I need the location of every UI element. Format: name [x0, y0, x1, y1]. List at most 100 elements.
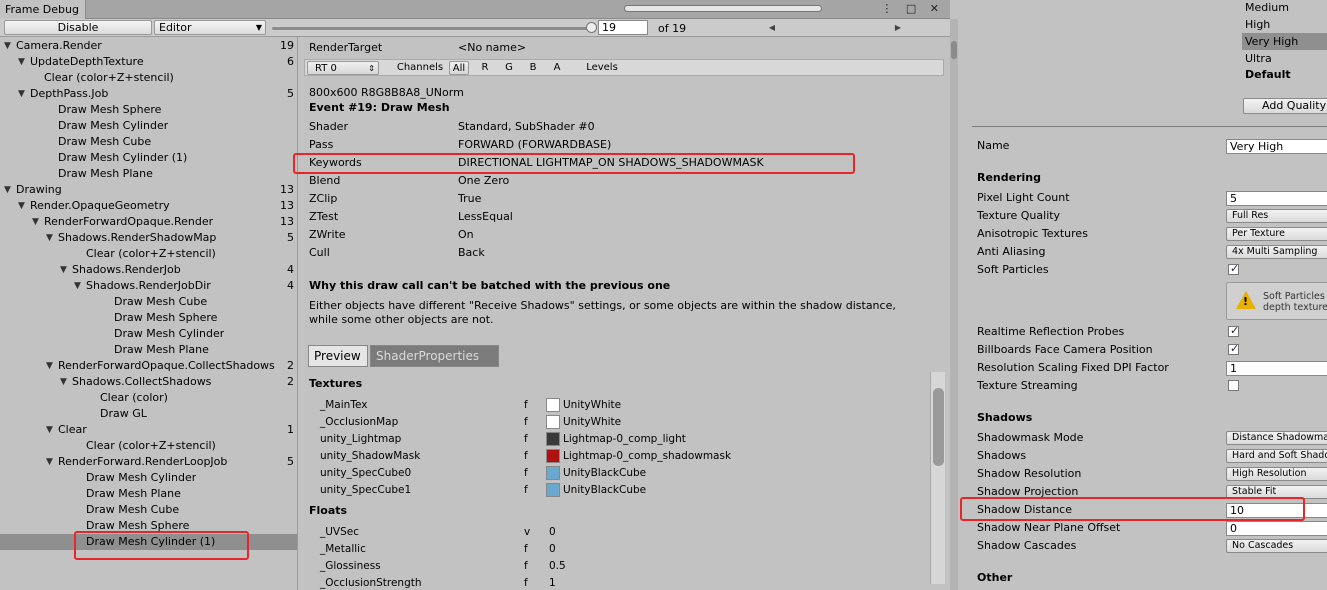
setting-dropdown[interactable]: Full Res — [1226, 209, 1327, 223]
render-state-row: ZClip True — [309, 190, 481, 208]
frame-slider-track[interactable] — [272, 27, 592, 30]
triangle-down-icon[interactable]: ▼ — [46, 422, 53, 438]
tree-row[interactable]: ▼ Shadows.RenderShadowMap 5 — [0, 230, 297, 246]
quality-level-item[interactable]: Ultra — [1242, 50, 1327, 67]
tree-row[interactable]: ▼ Shadows.RenderJobDir 4 — [0, 278, 297, 294]
disable-button[interactable]: Disable — [4, 20, 152, 35]
tree-row[interactable]: Draw Mesh Plane — [0, 486, 297, 502]
tree-row[interactable]: Draw Mesh Plane — [0, 166, 297, 182]
setting-dropdown[interactable]: Hard and Soft Shadows — [1226, 449, 1327, 463]
setting-dropdown[interactable]: 4x Multi Sampling — [1226, 245, 1327, 259]
tree-row[interactable]: Clear (color+Z+stencil) — [0, 70, 297, 86]
setting-checkbox[interactable]: ✓ — [1228, 262, 1239, 275]
triangle-down-icon[interactable]: ▼ — [32, 214, 39, 230]
tree-row[interactable]: Clear (color+Z+stencil) — [0, 438, 297, 454]
setting-dropdown[interactable]: High Resolution — [1226, 467, 1327, 481]
triangle-down-icon[interactable]: ▼ — [18, 86, 25, 102]
tree-row[interactable]: Draw Mesh Sphere — [0, 102, 297, 118]
tree-row[interactable]: Draw Mesh Cube — [0, 294, 297, 310]
channel-button-b[interactable]: B — [523, 61, 543, 75]
channel-button-g[interactable]: G — [499, 61, 519, 75]
setting-dropdown[interactable]: No Cascades — [1226, 539, 1327, 553]
quality-level-item[interactable]: Medium — [1242, 0, 1327, 16]
setting-label: Realtime Reflection Probes — [977, 325, 1125, 338]
setting-checkbox[interactable]: ✓ — [1228, 324, 1239, 337]
tree-row[interactable]: Draw Mesh Plane — [0, 342, 297, 358]
tree-row[interactable]: Draw Mesh Cylinder (1) — [0, 150, 297, 166]
prev-frame-button[interactable]: ◀ — [762, 20, 782, 33]
tree-row-label: Draw Mesh Plane — [86, 487, 181, 500]
name-field[interactable]: Very High — [1226, 139, 1327, 154]
tree-row-label: RenderForwardOpaque.Render — [44, 215, 214, 228]
setting-dropdown[interactable]: Distance Shadowmask — [1226, 431, 1327, 445]
tree-row[interactable]: ▼ Shadows.RenderJob 4 — [0, 262, 297, 278]
next-frame-button[interactable]: ▶ — [888, 20, 908, 33]
tree-row[interactable]: ▼ DepthPass.Job 5 — [0, 86, 297, 102]
frame-number-input[interactable]: 19 — [598, 20, 648, 35]
rt-select[interactable]: RT 0 ⇕ — [307, 61, 379, 75]
channel-button-r[interactable]: R — [475, 61, 495, 75]
setting-field[interactable]: 1 — [1226, 361, 1327, 376]
setting-field[interactable]: 5 — [1226, 191, 1327, 206]
render-state-value: Standard, SubShader #0 — [458, 120, 595, 133]
levels-range-slider[interactable] — [624, 5, 822, 12]
triangle-down-icon[interactable]: ▼ — [46, 230, 53, 246]
shadow-distance-highlight — [960, 497, 1305, 521]
setting-field[interactable]: 0 — [1226, 521, 1327, 536]
setting-checkbox[interactable] — [1228, 380, 1239, 391]
render-state-key: Pass — [309, 138, 334, 151]
tree-row[interactable]: Draw Mesh Sphere — [0, 310, 297, 326]
frame-slider-handle[interactable] — [586, 22, 597, 33]
quality-level-item[interactable]: High — [1242, 16, 1327, 33]
tab-preview[interactable]: Preview — [308, 345, 368, 367]
tree-row[interactable]: ▼ UpdateDepthTexture 6 — [0, 54, 297, 70]
float-value: 1 — [549, 577, 556, 589]
tree-row[interactable]: Draw Mesh Cylinder — [0, 326, 297, 342]
triangle-down-icon[interactable]: ▼ — [18, 198, 25, 214]
frame-debug-tab[interactable]: Frame Debug — [0, 0, 86, 19]
window-scrollbar[interactable] — [950, 19, 958, 590]
triangle-down-icon[interactable]: ▼ — [46, 358, 53, 374]
triangle-down-icon[interactable]: ▼ — [46, 454, 53, 470]
triangle-down-icon[interactable]: ▼ — [4, 38, 11, 54]
setting-dropdown[interactable]: Per Texture — [1226, 227, 1327, 241]
triangle-down-icon[interactable]: ▼ — [4, 182, 11, 198]
float-value: 0.5 — [549, 560, 566, 572]
tree-row[interactable]: Draw Mesh Cylinder — [0, 470, 297, 486]
tree-row[interactable]: ▼ Drawing 13 — [0, 182, 297, 198]
tree-row-label: Draw Mesh Cube — [114, 295, 208, 308]
quality-level-item[interactable]: Very High — [1242, 33, 1327, 50]
float-name: _Metallic — [320, 543, 366, 555]
tree-row[interactable]: Draw Mesh Cube — [0, 502, 297, 518]
setting-checkbox[interactable]: ✓ — [1228, 342, 1239, 355]
tree-row[interactable]: ▼ RenderForwardOpaque.CollectShadows 2 — [0, 358, 297, 374]
tree-row[interactable]: ▼ Camera.Render 19 — [0, 38, 297, 54]
tree-row[interactable]: ▼ RenderForwardOpaque.Render 13 — [0, 214, 297, 230]
add-quality-button[interactable]: Add Quality — [1243, 98, 1327, 114]
tree-row[interactable]: Clear (color+Z+stencil) — [0, 246, 297, 262]
target-select[interactable]: Editor ▼ — [154, 20, 266, 35]
tree-row[interactable]: ▼ Clear 1 — [0, 422, 297, 438]
triangle-down-icon[interactable]: ▼ — [60, 262, 67, 278]
triangle-down-icon[interactable]: ▼ — [18, 54, 25, 70]
window-scrollbar-thumb[interactable] — [951, 41, 957, 59]
triangle-down-icon[interactable]: ▼ — [60, 374, 67, 390]
channel-button-a[interactable]: A — [547, 61, 567, 75]
tree-row-count: 2 — [287, 359, 294, 372]
triangle-down-icon[interactable]: ▼ — [74, 278, 81, 294]
tree-row[interactable]: Draw Mesh Cube — [0, 134, 297, 150]
tree-row[interactable]: ▼ Render.OpaqueGeometry 13 — [0, 198, 297, 214]
tree-row[interactable]: Draw GL — [0, 406, 297, 422]
tree-row[interactable]: Draw Mesh Cylinder — [0, 118, 297, 134]
window-controls[interactable]: ⋮ □ ✕ — [881, 2, 944, 15]
channel-button-all[interactable]: All — [449, 61, 469, 75]
tree-row[interactable]: ▼ Shadows.CollectShadows 2 — [0, 374, 297, 390]
properties-scrollbar[interactable] — [930, 372, 945, 584]
setting-label: Resolution Scaling Fixed DPI Factor — [977, 361, 1169, 374]
scrollbar-thumb[interactable] — [933, 388, 944, 466]
setting-label: Anisotropic Textures — [977, 227, 1088, 240]
setting-label: Pixel Light Count — [977, 191, 1070, 204]
tree-row[interactable]: Clear (color) — [0, 390, 297, 406]
tab-shader-properties[interactable]: ShaderProperties — [370, 345, 499, 367]
tree-row[interactable]: ▼ RenderForward.RenderLoopJob 5 — [0, 454, 297, 470]
